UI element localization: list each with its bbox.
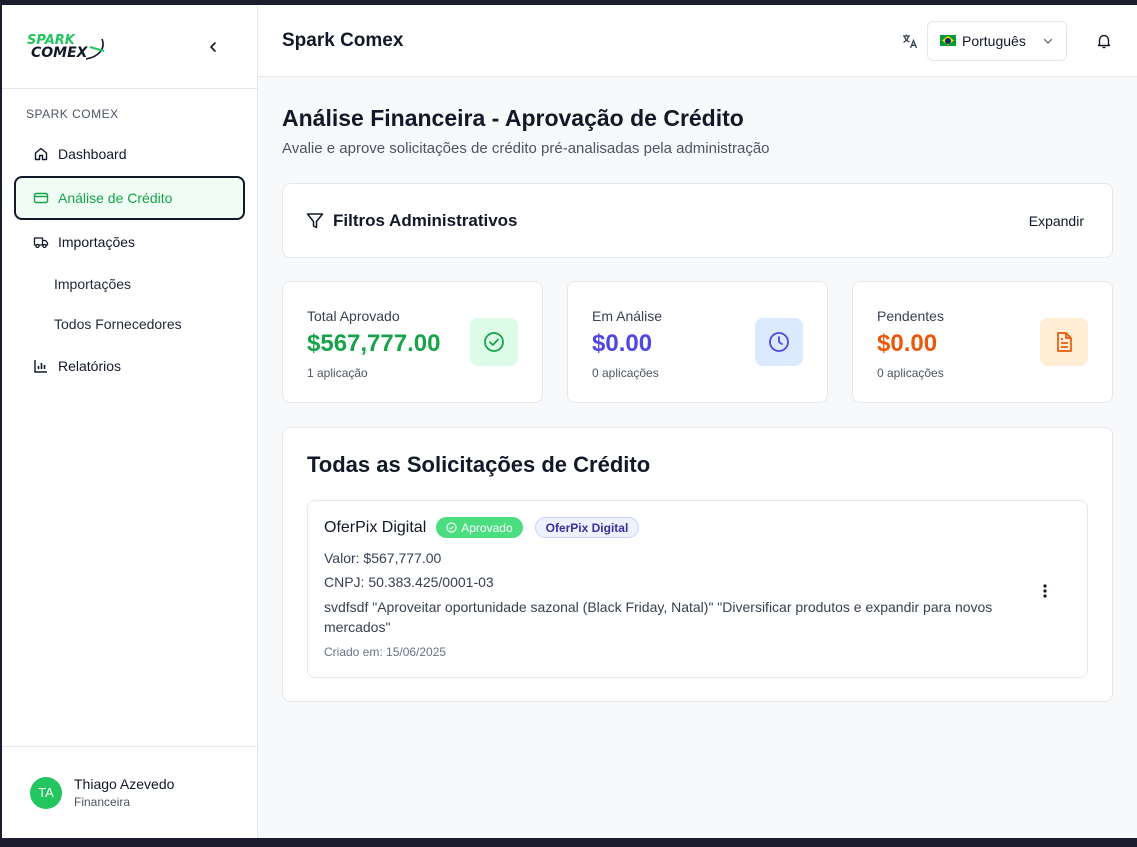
brazil-flag-icon [940, 35, 956, 46]
status-badge: Aprovado [436, 517, 523, 538]
truck-icon [33, 234, 49, 250]
stats-row: Total Aprovado $567,777.00 1 aplicação E… [282, 281, 1113, 403]
more-vertical-icon [1043, 584, 1047, 598]
user-name: Thiago Azevedo [74, 776, 175, 792]
sidebar-item-label: Importações [58, 234, 136, 250]
sidebar: SPARK COMEX SPARK COMEX Dashboard Anális… [2, 5, 258, 838]
expand-filters-button[interactable]: Expandir [1025, 207, 1088, 235]
chevron-down-icon [1043, 38, 1053, 44]
company-tag: OferPix Digital [534, 517, 640, 538]
sidebar-item-credit-analysis[interactable]: Análise de Crédito [14, 176, 245, 220]
stat-count: 0 aplicações [592, 366, 659, 380]
bell-icon [1097, 34, 1111, 48]
sidebar-item-label: Dashboard [58, 146, 127, 162]
file-text-icon [1040, 318, 1088, 366]
top-bar: Spark Comex Português [258, 5, 1137, 77]
sidebar-item-label: Relatórios [58, 358, 122, 374]
app-title: Spark Comex [282, 29, 404, 51]
sidebar-header: SPARK COMEX [2, 5, 257, 89]
credit-card-icon [33, 190, 49, 206]
language-select[interactable]: Português [927, 20, 1067, 61]
language-selected: Português [962, 32, 1026, 49]
notifications-button[interactable] [1095, 32, 1113, 50]
collapse-sidebar-button[interactable] [203, 37, 223, 57]
request-cnpj: CNPJ: 50.383.425/0001-03 [324, 574, 494, 590]
filters-title-label: Filtros Administrativos [333, 210, 518, 230]
filters-panel: Filtros Administrativos Expandir [282, 183, 1113, 258]
more-options-button[interactable] [1035, 581, 1055, 601]
check-circle-icon [446, 522, 457, 533]
page-title: Análise Financeira - Aprovação de Crédit… [282, 105, 744, 131]
stat-card-in-analysis: Em Análise $0.00 0 aplicações [567, 281, 828, 403]
sidebar-section-label: SPARK COMEX [26, 107, 119, 121]
user-role: Financeira [74, 795, 131, 809]
avatar: TA [30, 776, 62, 809]
user-profile[interactable]: TA Thiago Azevedo Financeira [2, 746, 257, 838]
stat-card-pending: Pendentes $0.00 0 aplicações [852, 281, 1113, 403]
translate-icon [901, 32, 919, 50]
sidebar-item-label: Análise de Crédito [58, 190, 173, 206]
stat-card-approved: Total Aprovado $567,777.00 1 aplicação [282, 281, 543, 403]
bar-chart-icon [33, 358, 49, 374]
filter-icon [305, 211, 325, 231]
app-window: SPARK COMEX SPARK COMEX Dashboard Anális… [2, 5, 1137, 838]
home-icon [33, 146, 49, 162]
page-content: Análise Financeira - Aprovação de Crédit… [258, 77, 1137, 702]
request-created-date: Criado em: 15/06/2025 [324, 645, 447, 659]
stat-count: 1 aplicação [307, 366, 368, 380]
sidebar-item-reports[interactable]: Relatórios [14, 344, 245, 388]
filters-title: Filtros Administrativos [305, 211, 1025, 231]
request-value: Valor: $567,777.00 [324, 550, 442, 566]
stat-count: 0 aplicações [877, 366, 944, 380]
credit-requests-panel: Todas as Solicitações de Crédito OferPix… [282, 427, 1113, 702]
sidebar-nav: Dashboard Análise de Crédito Importações… [2, 132, 257, 388]
sidebar-item-imports[interactable]: Importações [14, 220, 245, 264]
sidebar-subitem-imports[interactable]: Importações [14, 264, 245, 304]
chevron-left-icon [210, 41, 216, 52]
logo-line2: COMEX [31, 45, 89, 61]
sidebar-item-dashboard[interactable]: Dashboard [14, 132, 245, 176]
request-description: svdfsdf "Aproveitar oportunidade sazonal… [324, 599, 993, 635]
sidebar-subitem-all-suppliers[interactable]: Todos Fornecedores [14, 304, 245, 344]
status-badge-label: Aprovado [461, 520, 513, 535]
credit-requests-title: Todas as Solicitações de Crédito [307, 452, 651, 477]
main-area: Spark Comex Português Análise Financeira… [258, 5, 1137, 838]
spark-comex-logo[interactable]: SPARK COMEX [26, 27, 110, 67]
clock-icon [755, 318, 803, 366]
credit-request-header: OferPix Digital Aprovado OferPix Digital [324, 517, 1071, 538]
company-name: OferPix Digital [324, 518, 427, 536]
page-subtitle: Avalie e aprove solicitações de crédito … [282, 140, 770, 157]
credit-request-card[interactable]: OferPix Digital Aprovado OferPix Digital… [307, 500, 1088, 678]
check-circle-icon [470, 318, 518, 366]
